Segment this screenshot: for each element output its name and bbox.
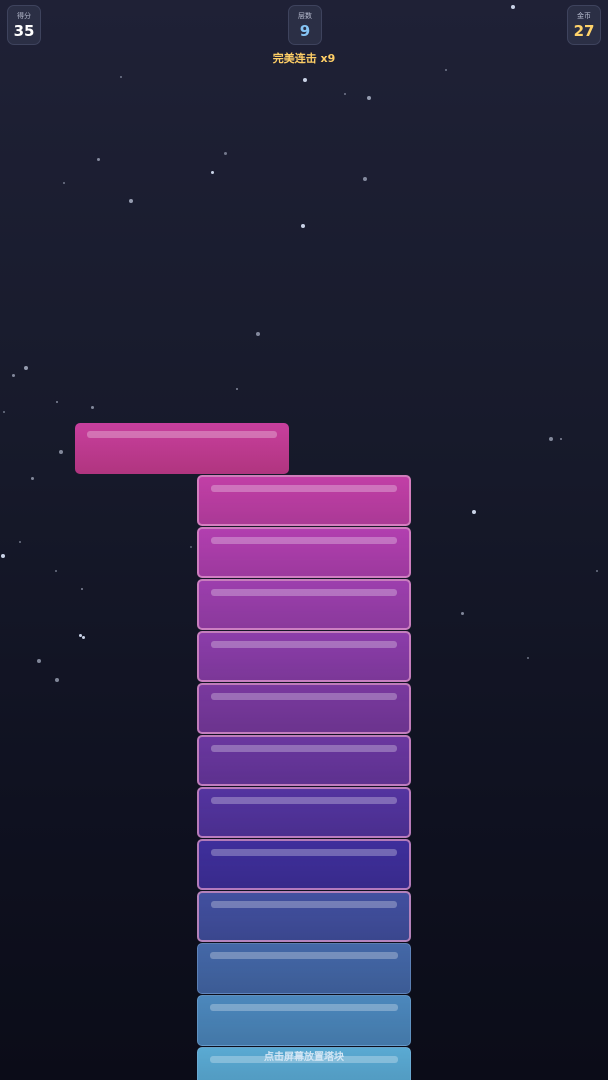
floors-label: 层数 (298, 12, 312, 20)
tower-block (197, 527, 411, 578)
tower-block (197, 683, 411, 734)
star (120, 76, 122, 78)
star (19, 541, 21, 543)
coins-value: 27 (573, 22, 595, 40)
block-shine (211, 537, 397, 544)
tower-block (197, 995, 411, 1046)
star (55, 678, 59, 682)
score-value: 35 (13, 22, 35, 40)
star (24, 366, 28, 370)
star (63, 182, 65, 184)
star (527, 657, 529, 659)
star (1, 554, 5, 558)
tap-hint: 点击屏幕放置塔块 (264, 1052, 344, 1063)
combo-text: 完美连击 x9 (272, 52, 336, 65)
tower-block (197, 579, 411, 630)
tower-block (197, 475, 411, 526)
block-shine (211, 797, 397, 804)
star (224, 152, 227, 155)
tower-block (197, 891, 411, 942)
floors-value: 9 (299, 22, 311, 40)
moving-block[interactable] (75, 423, 289, 474)
star (301, 224, 305, 228)
star (461, 612, 464, 615)
star (31, 477, 34, 480)
tower-block (197, 735, 411, 786)
star (511, 5, 515, 9)
block-shine (211, 641, 397, 648)
block-shine (211, 745, 397, 752)
star (256, 332, 260, 336)
score-panel: 得分 35 (7, 5, 41, 45)
star (81, 588, 83, 590)
tower-block (197, 943, 411, 994)
block-shine (211, 589, 397, 596)
block-shine (211, 485, 397, 492)
block-shine (211, 901, 397, 908)
tower-block (197, 839, 411, 890)
star (445, 69, 447, 71)
block-shine (210, 1004, 398, 1011)
star (79, 634, 82, 637)
block-shine (211, 849, 397, 856)
coins-panel: 金币 27 (567, 5, 601, 45)
star (82, 636, 85, 639)
tower-block (197, 631, 411, 682)
star (55, 570, 57, 572)
floors-panel: 层数 9 (288, 5, 322, 45)
star (91, 406, 94, 409)
score-label: 得分 (17, 12, 31, 20)
star (12, 374, 15, 377)
star (363, 177, 367, 181)
block-shine (87, 431, 277, 438)
star (236, 388, 238, 390)
star (97, 158, 100, 161)
coins-label: 金币 (577, 12, 591, 20)
star (37, 659, 41, 663)
star (56, 401, 58, 403)
star (3, 411, 5, 413)
star (367, 96, 371, 100)
star (596, 570, 598, 572)
star (560, 438, 562, 440)
tower-block (197, 787, 411, 838)
block-shine (210, 952, 398, 959)
star (472, 510, 476, 514)
star (59, 450, 63, 454)
star (211, 171, 214, 174)
block-shine (211, 693, 397, 700)
star (190, 546, 192, 548)
star (303, 78, 307, 82)
star (129, 199, 133, 203)
star (549, 437, 553, 441)
star (344, 93, 346, 95)
